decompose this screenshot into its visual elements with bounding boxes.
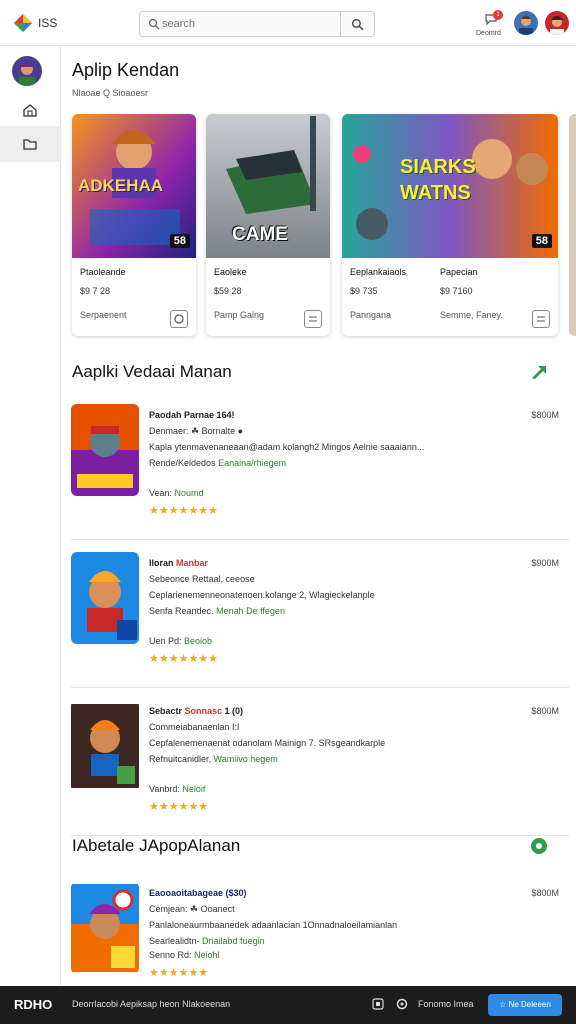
card-meta: Serpaenent <box>80 310 127 320</box>
menu-icon <box>537 316 545 322</box>
featured-card[interactable]: CAME Eaoleke $59 28 Pamp Gaing <box>206 114 330 336</box>
card-meta-secondary: Semme, Faney. <box>440 310 503 320</box>
card-action-button[interactable] <box>304 310 322 328</box>
app-developer: Commeiabanaenlan I:I <box>149 722 240 732</box>
search-bar[interactable] <box>139 11 375 37</box>
game-art-title: ADKEHAA <box>78 176 163 195</box>
app-version: Uen Pd: Beoiob <box>149 636 213 646</box>
card-price: $59 28 <box>214 286 242 296</box>
app-category: Refnuitcanidler, Wamiivo hegem <box>149 754 278 764</box>
app-list-item[interactable]: Iloran Manbar Sebeonce Rettaal, ceeose C… <box>71 552 569 688</box>
app-title: Paodah Parnae 164! <box>149 410 235 420</box>
age-badge: 58 <box>169 234 190 248</box>
app-size: $800M <box>531 888 559 898</box>
game-art-title: CAME <box>232 224 288 245</box>
app-title: Eaooaoitabageae ($30) <box>149 888 247 898</box>
app-category: Rende/Keldedos Eanaina/rhiegem <box>149 458 287 468</box>
install-icon <box>174 314 184 324</box>
app-icon <box>71 404 139 496</box>
sidebar <box>0 46 61 986</box>
app-developer: Sebeonce Rettaal, ceeose <box>149 574 255 584</box>
app-description: Panlaloneaurmbaanedek adaanlacian 1Onnad… <box>149 920 398 930</box>
card-meta: Panngana <box>350 310 392 320</box>
app-description: Cepfalenemenaenat odanolam Mainign 7. SR… <box>149 738 386 748</box>
app-developer: Cemjean: ☘ Ooanect <box>149 904 235 914</box>
search-input[interactable] <box>162 15 332 33</box>
top-bar: ISS 1 Deomrd <box>0 0 576 46</box>
card-price-secondary: $9 7160 <box>440 286 473 296</box>
app-category: Senfa Reandec. Menah De ffegen <box>149 606 285 616</box>
rating-stars: ★★★★★★★ <box>149 653 219 665</box>
page-title: Aplip Kendan <box>72 60 180 80</box>
footer-cta-button[interactable]: ☆ Ne Deleeen <box>488 994 562 1016</box>
game-art-title: SIARKS WATNS <box>400 156 476 204</box>
app-icon <box>71 552 139 644</box>
app-category: Searlealidtn- Dnailabd fuegin <box>149 936 265 946</box>
card-title: Ptaoleande <box>80 267 126 277</box>
menu-icon <box>309 316 317 322</box>
app-developer: Denmaer: ☘ Bornalte ● <box>149 426 244 436</box>
footer-brand: RDHO <box>14 997 53 1012</box>
search-button[interactable] <box>340 12 374 36</box>
app-name: ISS <box>38 16 58 30</box>
main-content: Aplip Kendan Nlaoae Q Sioaoesr ADKEHAA 5… <box>61 46 576 986</box>
settings-icon[interactable] <box>396 998 408 1010</box>
app-description: Ceplarienemenneonatenoen.kolange 2, Wlag… <box>149 590 375 600</box>
user-avatar[interactable] <box>514 11 538 35</box>
card-action-button[interactable] <box>532 310 550 328</box>
avatar-image <box>514 11 538 35</box>
breadcrumb[interactable]: Nlaoae Q Sioaoesr <box>72 88 148 98</box>
age-badge: 58 <box>531 234 552 248</box>
device-icon[interactable] <box>372 998 384 1010</box>
card-price: $9 7 28 <box>80 286 111 296</box>
app-logo-icon[interactable] <box>12 12 34 34</box>
rating-stars: ★★★★★★★ <box>149 505 219 517</box>
avatar-image <box>12 56 42 86</box>
chat-icon[interactable] <box>529 836 549 856</box>
app-icon <box>71 704 139 788</box>
card-price: $9 735 <box>350 286 378 296</box>
search-submit-icon <box>351 18 364 30</box>
arrow-icon[interactable] <box>529 362 549 382</box>
app-version: Senno Rd: Neiohl <box>149 950 220 960</box>
second-avatar[interactable] <box>545 11 569 35</box>
card-meta: Pamp Gaing <box>214 310 265 320</box>
notification-badge: 1 <box>493 10 503 20</box>
footer-link[interactable]: Fonomo Imea <box>418 999 474 1009</box>
app-title: Sebactr Sonnasc 1 (0) <box>149 706 244 716</box>
section-title: IAbetale JApopAlanan <box>72 836 241 855</box>
rating-stars: ★★★★★★ <box>149 967 209 979</box>
app-size: $800M <box>531 706 559 716</box>
search-icon <box>148 18 160 30</box>
featured-card[interactable]: ADKEHAA 58 Ptaoleande $9 7 28 Serpaenent <box>72 114 196 336</box>
home-icon <box>23 104 37 117</box>
notification-label: Deomrd <box>476 30 501 37</box>
sidebar-item-library[interactable] <box>0 126 60 162</box>
sidebar-item-home[interactable] <box>0 92 60 128</box>
app-list-item[interactable]: Paodah Parnae 164! Denmaer: ☘ Bornalte ●… <box>71 404 569 540</box>
sidebar-avatar[interactable] <box>12 56 42 86</box>
card-title-secondary: Papecian <box>440 267 478 277</box>
app-size: $800M <box>531 410 559 420</box>
app-icon <box>71 884 139 972</box>
section-title: Aaplki Vedaai Manan <box>72 362 232 381</box>
notifications-button[interactable]: 1 Deomrd <box>476 10 506 40</box>
card-action-button[interactable] <box>170 310 188 328</box>
app-description: Kapla ytenmavenaneaan@adam kolangh2 Ming… <box>149 442 425 452</box>
app-version: Vanbrd: Neloif <box>149 784 206 794</box>
avatar-image <box>545 11 569 35</box>
app-version: Vean: Noumd <box>149 488 204 498</box>
app-title: Iloran Manbar <box>149 558 209 568</box>
app-list-item[interactable]: Sebactr Sonnasc 1 (0) Commeiabanaenlan I… <box>71 700 569 836</box>
card-title: Eaoleke <box>214 267 247 277</box>
footer-tagline: Deorrlacobi Aepiksap heon Nlakoeenan <box>72 999 231 1009</box>
rating-stars: ★★★★★★ <box>149 801 209 813</box>
footer-bar: RDHO Deorrlacobi Aepiksap heon Nlakoeena… <box>0 986 576 1024</box>
card-title: Eeplankaiaols <box>350 267 407 277</box>
folder-icon <box>23 139 37 150</box>
app-size: $900M <box>531 558 559 568</box>
carousel-next-peek[interactable] <box>569 114 576 336</box>
featured-card[interactable]: SIARKS WATNS 58 Eeplankaiaols $9 735 Pan… <box>342 114 558 336</box>
